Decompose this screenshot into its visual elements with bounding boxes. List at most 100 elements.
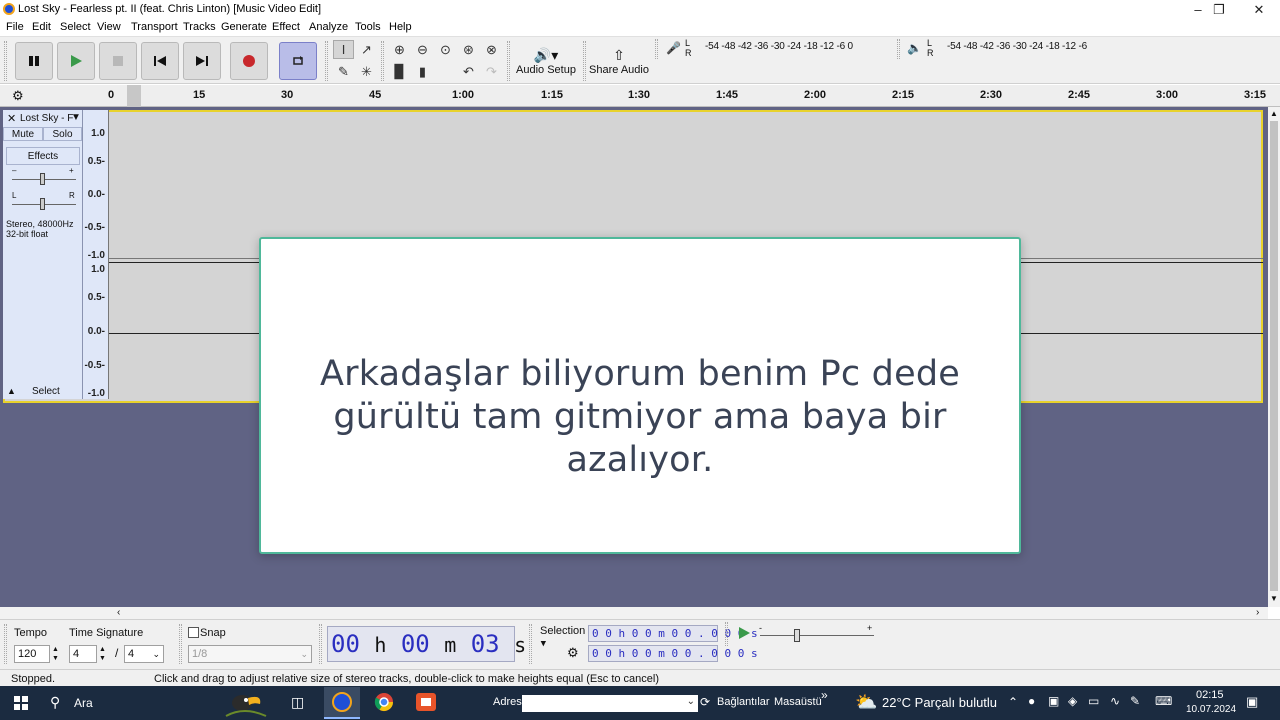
menu-generate[interactable]: Generate [221,21,267,33]
scroll-down-icon[interactable]: ▼ [1270,594,1278,603]
links-label[interactable]: Bağlantılar [717,696,770,708]
timeline-settings-gear-icon[interactable]: ⚙ [12,88,24,104]
playback-meter-scale[interactable]: -54 -48 -42 -36 -30 -24 -18 -12 -6 [947,41,1087,52]
taskbar-widget-bird-image[interactable] [218,688,270,718]
snap-select[interactable]: 1/8 ⌄ [188,645,312,663]
share-audio-button[interactable]: ⇧ Share Audio [589,40,649,82]
track-name[interactable]: Lost Sky - F [20,113,73,124]
toolbar-grip-share[interactable] [583,41,586,81]
toolbar-grip-recmeter[interactable] [655,39,658,59]
stop-button[interactable] [99,42,137,80]
pen-tray-icon[interactable]: ✎ [1130,694,1140,708]
menu-tracks[interactable]: Tracks [183,21,216,33]
close-track-icon[interactable]: ✕ [7,112,16,125]
toolbar-grip-edit[interactable] [381,41,384,81]
playback-speed-slider[interactable] [794,629,800,642]
folder-tray-icon[interactable]: ▭ [1088,694,1099,708]
loop-button[interactable] [279,42,317,80]
scroll-right-icon[interactable]: › [1256,607,1259,618]
amplitude-ruler[interactable]: 1.0 0.5- 0.0- -0.5- -1.0 1.0 0.5- 0.0- -… [83,110,109,399]
toolbar-grip-selection[interactable] [529,624,532,664]
taskbar-audacity[interactable] [324,687,360,719]
selection-start-display[interactable]: 0 0 h 0 0 m 0 0 . 0 0 0 s [588,625,758,642]
silence-button[interactable]: ▮ [412,62,433,81]
solo-button[interactable]: Solo [43,127,82,141]
undo-button[interactable]: ↶ [458,62,479,81]
task-view-icon[interactable]: ◫ [291,694,304,711]
menu-view[interactable]: View [97,21,121,33]
collapse-track-icon[interactable]: ▲ [7,386,16,396]
maximize-button[interactable]: ❐ [1199,0,1239,19]
skip-to-start-button[interactable] [141,42,179,80]
taskbar-recorder[interactable] [408,687,444,719]
taskbar-chrome[interactable] [366,687,402,719]
fit-project-button[interactable]: ⊛ [458,40,479,59]
address-input[interactable]: ⌄ [522,695,698,712]
microphone-tray-icon[interactable]: ● [1028,694,1035,708]
pause-button[interactable] [15,42,53,80]
fit-selection-button[interactable]: ⊙ [435,40,456,59]
skip-to-end-button[interactable] [183,42,221,80]
clock-date[interactable]: 10.07.2024 [1186,704,1236,715]
close-button[interactable]: ✕ [1239,0,1279,19]
zoom-in-button[interactable]: ⊕ [389,40,410,59]
effects-button[interactable]: Effects [6,147,80,165]
windows-start-button[interactable] [14,696,28,710]
menu-transport[interactable]: Transport [131,21,178,33]
time-format-dropdown-icon[interactable]: ▼ [541,639,546,649]
zoom-toggle-button[interactable]: ⊗ [481,40,502,59]
keyboard-tray-icon[interactable]: ⌨ [1155,694,1172,708]
select-track-button[interactable]: Select [32,386,60,397]
multi-tool[interactable]: ✳ [356,62,377,81]
dropbox-tray-icon[interactable]: ◈ [1068,694,1077,708]
time-sig-numerator-input[interactable]: 4 [69,645,97,663]
timeline-ruler[interactable]: ⚙ 0 15 30 45 1:00 1:15 1:30 1:45 2:00 2:… [0,85,1280,107]
selection-settings-gear-icon[interactable]: ⚙ [567,645,579,661]
tempo-spinner-icon[interactable]: ▲ ▼ [52,645,59,663]
toolbar-grip-playmeter[interactable] [897,39,900,59]
record-button[interactable] [230,42,268,80]
time-sig-denominator-select[interactable]: 4 ⌄ [124,645,164,663]
toolbar-grip-time-sig[interactable] [4,624,7,664]
show-hidden-icons-chevron-up-icon[interactable]: ⌃ [1008,695,1018,709]
numerator-spinner-icon[interactable]: ▲ ▼ [99,645,106,663]
vertical-scrollbar[interactable]: ▲ ▼ [1268,107,1280,607]
toolbar-grip-snap[interactable] [179,624,182,664]
menu-edit[interactable]: Edit [32,21,51,33]
redo-button[interactable]: ↷ [481,62,502,81]
track-menu-chevron-down-icon[interactable]: ▼ [71,112,81,123]
toolbar-grip[interactable] [4,41,7,81]
selection-end-display[interactable]: 0 0 h 0 0 m 0 0 . 0 0 0 s [588,645,758,662]
weather-text[interactable]: 22°C Parçalı bulutlu [882,695,997,710]
pan-slider-handle[interactable] [40,198,45,210]
gain-slider-handle[interactable] [40,173,45,185]
toolbar-grip-audio[interactable] [507,41,510,81]
clock-time[interactable]: 02:15 [1196,689,1224,701]
taskbar-search-label[interactable]: Ara [74,696,93,710]
menu-select[interactable]: Select [60,21,91,33]
selection-tool[interactable]: I [333,40,354,59]
play-button[interactable] [57,42,95,80]
search-icon[interactable]: ⚲ [50,694,60,711]
desktop-label[interactable]: Masaüstü [774,696,822,708]
draw-tool[interactable]: ✎ [333,62,354,81]
play-region-marker[interactable] [127,85,141,107]
trim-button[interactable]: ▉ [389,62,410,81]
toolbar-grip-tools[interactable] [325,41,328,81]
menu-tools[interactable]: Tools [355,21,381,33]
scroll-up-icon[interactable]: ▲ [1270,109,1278,118]
audio-setup-button[interactable]: 🔊▾ Audio Setup [515,40,577,82]
scroll-left-icon[interactable]: ‹ [117,607,120,618]
mute-button[interactable]: Mute [3,127,43,141]
vertical-scroll-thumb[interactable] [1270,121,1278,591]
audio-position-display[interactable]: 00 h 00 m 03 s ▼ [327,626,546,662]
menu-effect[interactable]: Effect [272,21,300,33]
zoom-out-button[interactable]: ⊖ [412,40,433,59]
wifi-tray-icon[interactable]: ∿ [1110,694,1120,708]
menu-help[interactable]: Help [389,21,412,33]
notification-icon[interactable]: ▣ [1246,694,1258,710]
envelope-tool[interactable]: ↗ [356,40,377,59]
camera-tray-icon[interactable]: ▣ [1048,694,1059,708]
snap-checkbox[interactable] [188,627,199,638]
record-meter-scale[interactable]: -54 -48 -42 -36 -30 -24 -18 -12 -6 0 [705,41,853,52]
